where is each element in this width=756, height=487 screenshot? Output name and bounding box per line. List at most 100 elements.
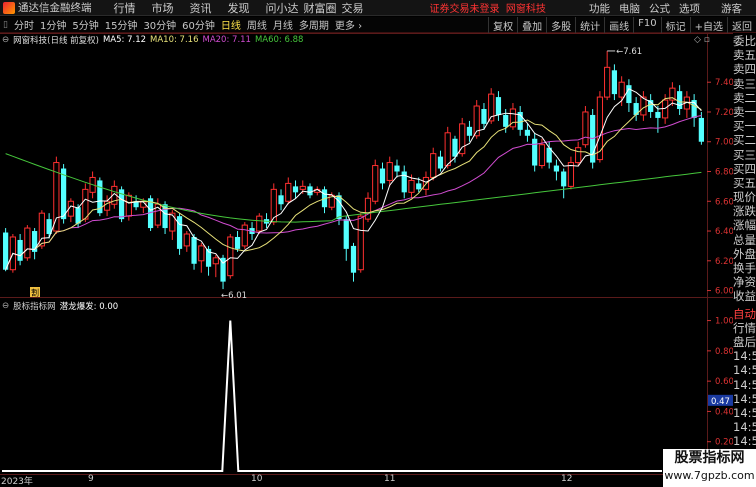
indicator-tick-label: 0.60 [715,377,733,387]
side-panel-item: 14:50 [733,377,756,392]
candle-body-up [364,197,372,220]
candle-body-down [524,129,531,136]
side-panel-item[interactable]: 行情 [733,321,756,335]
candle-body-up [408,179,415,193]
price-tick-label: 6.60 [715,197,733,207]
xaxis-label-11: 11 [384,474,396,484]
side-panel-item: 买五 [733,175,756,190]
candle-body-down [495,97,502,115]
side-panel-item: 买四 [733,161,756,176]
price-axis: 7.40 7.20 7.00 6.80 6.60 6.40 6.20 6.00 [707,78,733,297]
candle-body-down [677,91,683,109]
main-chart-legend: ⊖ 网窗科技(日线 前复权) MA5: 7.12 MA10: 7.16 MA20… [2,34,307,46]
side-panel-item[interactable]: 盘后 [733,335,756,349]
watermark-url: www.7gpzb.com [664,469,755,482]
candle-body-down [452,138,458,157]
indicator-tick-label: 0.20 [715,438,733,448]
price-tick-label: 6.00 [715,287,733,297]
candle-body-down [336,195,342,220]
candle-body-up [596,96,604,161]
side-panel-item: 收益 [733,289,756,304]
candle-body-down [655,111,661,118]
candle-body-up [82,188,89,220]
candle-body-up [357,215,364,271]
candle-body-down [379,168,386,184]
candle-body-down [234,236,241,249]
indicator-signal-line [2,320,662,472]
candle-body-down [466,126,473,136]
candle-body-down [561,171,567,187]
side-panel-item: 涨幅 [733,218,756,233]
candle-body-down [60,168,67,220]
indicator-source[interactable]: 股标指标网 [13,300,56,312]
candle-body-up [212,257,219,265]
side-panel-item: 14:50 [733,434,756,449]
price-tick-label: 7.40 [715,78,733,88]
indicator-panel: 1.00 0.80 0.60 0.40 0.20 0.47 [2,317,733,472]
chart-zoom-icons[interactable]: ◇ ▫ [694,35,710,45]
chart-grid [0,33,733,475]
candle-body-down [416,183,422,190]
watermark-title: 股票指标网 [674,450,745,466]
legend-stock-name[interactable]: 网窗科技(日线 前复权) [13,34,99,46]
candles [3,50,704,290]
side-panel-item: 总量 [733,232,756,247]
side-panel-item: 换手 [733,261,756,275]
candle-body-up [285,182,292,202]
side-panel-item: 14:50 [733,363,756,378]
legend-ma20: MA20: 7.11 [202,35,251,45]
candle-body-up [256,215,263,232]
candle-body-up [372,165,379,202]
candle-body-up [125,194,132,217]
candle-body-down [307,186,313,196]
candle-body-down [75,207,81,224]
indicator-name-value: 潜龙爆发: 0.00 [59,302,119,312]
candle-body-down [553,165,560,172]
kline-chart[interactable]: ←7.61 ←6.01 割 7.40 7.20 7.00 6.80 6.60 6.40 6.20… [0,0,733,487]
candle-body-down [611,70,618,95]
side-panel-item: 卖四 [733,62,756,77]
legend-settings-icon[interactable]: ⊖ [2,35,9,45]
side-panel-item: 14:50 [733,420,756,435]
side-panel-item[interactable]: 自动 [733,307,756,321]
candle-body-up [604,66,611,98]
side-panel-item: 卖五 [733,48,756,63]
indicator-settings-icon[interactable]: ⊖ [2,301,9,311]
side-panel-item: 14:50 [733,405,756,420]
candle-body-down [532,138,538,166]
side-panel-item: 14:50 [733,349,756,364]
indicator-value-badge-text: 0.47 [711,397,730,407]
side-panel-item: 委比 [733,34,756,48]
indicator-tick-label: 0.80 [715,347,733,357]
candle-body-up [582,111,589,146]
side-panel-item: 卖一 [733,104,756,119]
candle-body-up [538,144,546,167]
annotations: ←7.61 ←6.01 割 [30,47,642,301]
candle-body-down [503,114,509,127]
side-panel-item: 买二 [733,133,756,148]
side-panel-item: 14:50 [733,391,756,406]
candle-body-down [191,236,197,264]
candle-body-up [444,132,451,167]
candle-body-down [17,239,23,261]
price-tick-label: 6.20 [715,257,733,267]
candle-body-down [394,165,400,172]
candle-body-down [176,216,183,249]
indicator-tick-label: 0.40 [715,407,733,417]
candle-body-down [343,219,349,249]
candle-body-down [481,108,487,124]
site-watermark: 股票指标网 www.7gpzb.com [663,449,756,487]
xaxis-label-10: 10 [251,474,263,484]
high-price-label: ←7.61 [616,47,642,57]
candle-body-down [626,85,632,104]
indicator-tick-label: 1.00 [715,317,733,327]
candle-body-up [24,227,31,259]
candle-body-up [386,162,393,181]
side-panel-item: 净资 [733,275,756,290]
price-tick-label: 6.80 [715,168,733,178]
candle-body-up [183,233,190,247]
candle-body-up [299,185,306,190]
xaxis-label-year: 2023年 [1,477,33,487]
side-panel-item: 卖三 [733,76,756,91]
candle-body-up [618,81,625,98]
